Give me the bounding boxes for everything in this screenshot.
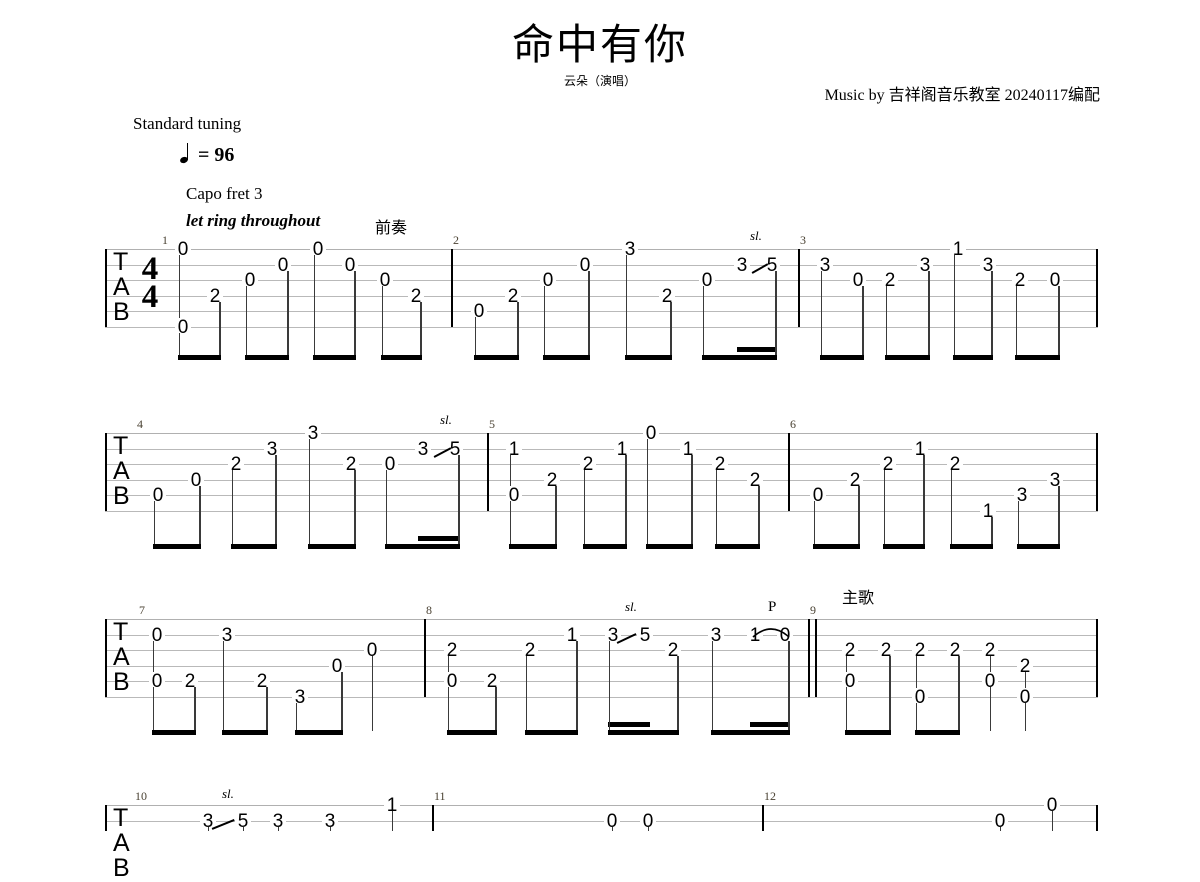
section-marking: 主歌 xyxy=(842,590,875,607)
section-marking: 前奏 xyxy=(375,220,408,237)
measure-number: 12 xyxy=(764,789,776,803)
note-stem xyxy=(207,826,209,831)
note-stem xyxy=(647,826,649,831)
tab-clef-letter: A xyxy=(113,829,130,857)
tab-clef-letter: B xyxy=(113,854,130,882)
tab-clef: TAB xyxy=(113,806,137,881)
slide-marking: sl. xyxy=(222,786,234,801)
staff-end-barline xyxy=(1096,805,1098,831)
sheet-music-page: 命中有你 云朵（演唱） Music by 吉祥阁音乐教室 20240117编配 … xyxy=(0,0,1200,881)
staff-line xyxy=(105,820,1098,822)
measure-barline xyxy=(762,805,764,831)
note-stem xyxy=(611,826,613,831)
staff-start-barline xyxy=(105,805,107,831)
measure-barline xyxy=(432,805,434,831)
staff-line xyxy=(105,805,1098,806)
note-stem xyxy=(391,811,393,831)
tab-clef-letter: T xyxy=(113,804,129,832)
measure-number: 11 xyxy=(434,789,446,803)
note-stem xyxy=(329,826,331,831)
measure-number: 10 xyxy=(135,789,147,803)
note-stem xyxy=(999,826,1001,831)
note-stem xyxy=(242,826,244,831)
staff-system-4: T A B 10 11 12 3 5 3 3 1 0 0 0 0 sl. xyxy=(0,0,1200,881)
note-stem xyxy=(1051,811,1053,831)
note-stem xyxy=(277,826,279,831)
